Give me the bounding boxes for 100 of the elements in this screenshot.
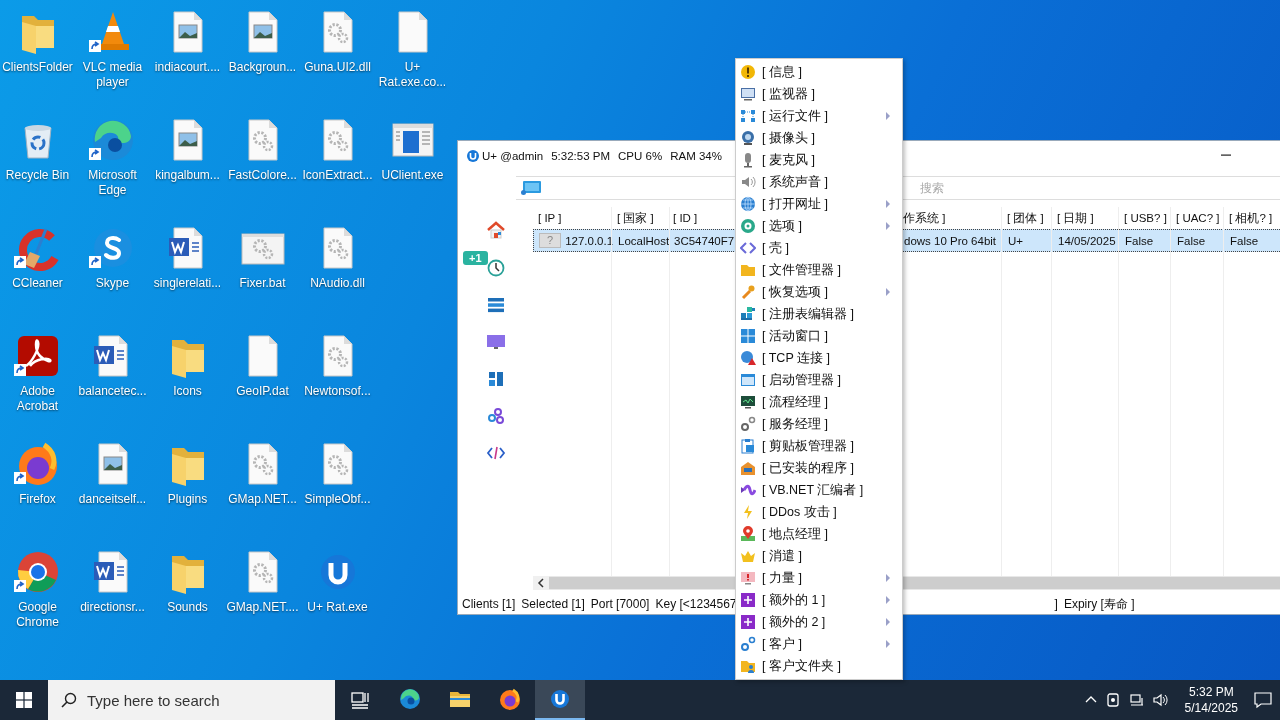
menu-item[interactable]: [ 信息 ]	[736, 61, 902, 83]
icon-label: Plugins	[166, 492, 209, 507]
status-text: ]	[1054, 597, 1058, 611]
submenu-arrow-icon	[886, 618, 890, 626]
menu-item[interactable]: [ 活动窗口 ]	[736, 325, 902, 347]
windows-start-icon[interactable]	[16, 692, 32, 708]
clock-icon[interactable]	[485, 258, 506, 278]
submenu-arrow-icon	[886, 574, 890, 582]
menu-item[interactable]: [ DDos 攻击 ]	[736, 501, 902, 523]
icon-label: Firefox	[18, 492, 57, 507]
plus-icon	[740, 614, 756, 630]
submenu-arrow-icon	[886, 288, 890, 296]
search-icon	[61, 692, 77, 708]
globe-alert-icon	[740, 350, 756, 366]
menu-item[interactable]: [ 剪贴板管理器 ]	[736, 435, 902, 457]
menu-item[interactable]: [ 系统声音 ]	[736, 171, 902, 193]
column-header[interactable]: [ IP ]	[533, 207, 612, 229]
speaker-icon[interactable]	[1152, 692, 1169, 708]
app-logo-icon	[548, 687, 572, 711]
icon-label: danceitself...	[77, 492, 148, 507]
map-pin-icon	[740, 526, 756, 542]
package-icon	[740, 460, 756, 476]
gears-icon[interactable]	[485, 406, 506, 426]
menu-item[interactable]: [ 已安装的程序 ]	[736, 457, 902, 479]
column-header[interactable]: [ UAC? ]	[1171, 207, 1224, 229]
status-text: Clients [1]	[462, 597, 516, 611]
column-header[interactable]: 作系统 ]	[903, 207, 1002, 229]
menu-item[interactable]: [ 地点经理 ]	[736, 523, 902, 545]
task-view-icon[interactable]	[350, 690, 370, 710]
clock-text: 5:32:53 PM	[551, 150, 611, 162]
menu-item[interactable]: [ 服务经理 ]	[736, 413, 902, 435]
app-logo-icon	[466, 149, 480, 163]
icon-label: Newtonsof...	[303, 384, 372, 399]
menu-item[interactable]: [ 消遣 ]	[736, 545, 902, 567]
icon-label: GMap.NET...	[227, 492, 298, 507]
icon-label: IconExtract...	[301, 168, 374, 183]
icon-label: GeoIP.dat	[235, 384, 290, 399]
menu-item[interactable]: [ 客户文件夹 ]	[736, 655, 902, 677]
menu-item[interactable]: [ 力量 ]	[736, 567, 902, 589]
status-text: Port [7000]	[590, 597, 650, 611]
list-icon[interactable]	[485, 295, 506, 315]
menu-item[interactable]: [ 麦克风 ]	[736, 149, 902, 171]
submenu-arrow-icon	[886, 596, 890, 604]
column-header[interactable]: [ 日期 ]	[1052, 207, 1119, 229]
icon-label: Sounds	[166, 600, 209, 615]
column-header[interactable]: [ 团体 ]	[1002, 207, 1052, 229]
icon-label: indiacourt....	[153, 60, 222, 75]
menu-item[interactable]: [ 运行文件 ]	[736, 105, 902, 127]
table-cell: 127.0.0.1	[565, 234, 613, 247]
clock-button[interactable]: 5:32 PM 5/14/2025	[1176, 684, 1246, 716]
home-icon[interactable]	[485, 221, 506, 241]
icon-label: Adobe Acrobat	[15, 384, 60, 414]
menu-item[interactable]: [ 打开网址 ]	[736, 193, 902, 215]
warning-icon	[740, 64, 756, 80]
unknown-flag: ?	[539, 233, 562, 248]
menu-item[interactable]: [ VB.NET 汇编者 ]	[736, 479, 902, 501]
menu-item[interactable]: [ 恢复选项 ]	[736, 281, 902, 303]
nodes-icon	[740, 108, 756, 124]
code-icon	[740, 240, 756, 256]
tray-app-icon[interactable]	[1104, 692, 1121, 708]
table-cell: LocalHost	[618, 234, 670, 247]
menu-item[interactable]: [ 监视器 ]	[736, 83, 902, 105]
submenu-arrow-icon	[886, 222, 890, 230]
taskbar-app-button[interactable]	[535, 680, 585, 720]
browser-icon	[398, 687, 422, 711]
search-field[interactable]: 搜索	[912, 181, 1280, 195]
scroll-left-icon[interactable]	[537, 578, 545, 588]
icon-label: U+ Rat.exe	[306, 600, 369, 615]
table-cell: False	[1177, 234, 1206, 247]
monitor-icon[interactable]	[485, 332, 506, 352]
submenu-arrow-icon	[886, 200, 890, 208]
icon-label: Backgroun...	[227, 60, 298, 75]
notification-icon[interactable]	[1254, 691, 1272, 709]
icon-label: Microsoft Edge	[87, 168, 138, 198]
menu-item[interactable]: [ 启动管理器 ]	[736, 369, 902, 391]
menu-item[interactable]: [ 流程经理 ]	[736, 391, 902, 413]
folder-icon	[740, 262, 756, 278]
status-text: Selected [1]	[521, 597, 585, 611]
icon-label: SimpleObf...	[303, 492, 372, 507]
icon-label: ClientsFolder	[1, 60, 74, 75]
column-header[interactable]: [ 国家 ]	[612, 207, 670, 229]
menu-item[interactable]: [ 文件管理器 ]	[736, 259, 902, 281]
icon-label: Recycle Bin	[4, 168, 71, 183]
column-header[interactable]: [ ID ]	[670, 207, 736, 229]
column-header[interactable]: [ USB? ]	[1119, 207, 1171, 229]
menu-item[interactable]: [ 客户 ]	[736, 633, 902, 655]
status-text: Expiry [寿命 ]	[1063, 595, 1135, 613]
network-icon[interactable]	[1128, 692, 1145, 708]
menu-item[interactable]: [ 额外的 2 ]	[736, 611, 902, 633]
menu-item[interactable]: [ TCP 连接 ]	[736, 347, 902, 369]
icon-label: NAudio.dll	[309, 276, 366, 291]
globe-icon	[740, 196, 756, 212]
menu-item[interactable]: [ 注册表编辑器 ]	[736, 303, 902, 325]
taskbar-search-field[interactable]: Type here to search	[48, 680, 335, 720]
gears-icon	[740, 636, 756, 652]
loop-icon	[740, 482, 756, 498]
menu-item[interactable]: [ 额外的 1 ]	[736, 589, 902, 611]
window-icon	[740, 372, 756, 388]
menu-item[interactable]: [ 摄像头 ]	[736, 127, 902, 149]
column-header[interactable]: [ 相机? ]	[1224, 207, 1280, 229]
